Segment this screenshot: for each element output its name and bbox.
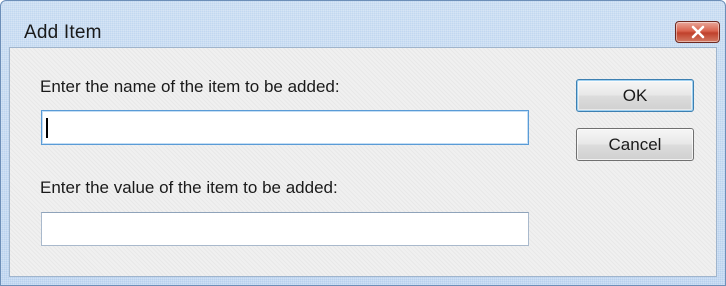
name-label: Enter the name of the item to be added: xyxy=(40,77,340,96)
value-input[interactable] xyxy=(41,212,529,246)
title-bar[interactable]: Add Item xyxy=(1,1,725,47)
dialog-title: Add Item xyxy=(24,22,102,43)
ok-button[interactable]: OK xyxy=(576,79,694,112)
text-caret xyxy=(46,118,48,138)
value-label: Enter the value of the item to be added: xyxy=(40,178,338,197)
name-input[interactable] xyxy=(41,110,529,145)
cancel-button[interactable]: Cancel xyxy=(576,128,694,161)
close-button[interactable] xyxy=(675,21,720,43)
add-item-dialog: Add Item Enter the name of the item to b… xyxy=(0,0,726,286)
close-x-icon xyxy=(691,25,704,39)
dialog-body: Enter the name of the item to be added: … xyxy=(9,47,717,277)
